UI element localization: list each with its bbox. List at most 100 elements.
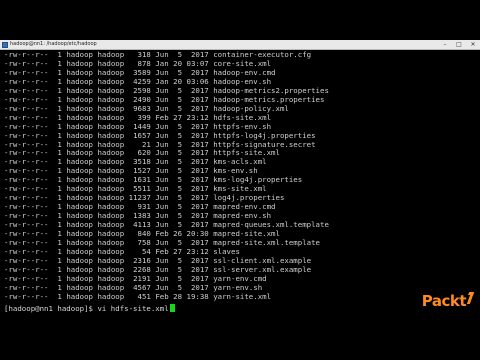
file-size: 4113: [128, 220, 151, 230]
link-count: 1: [52, 237, 62, 247]
file-day: 26: [173, 229, 183, 238]
file-name: mapred-site.xml: [213, 229, 280, 238]
file-name: mapred-env.sh: [213, 211, 272, 221]
file-name: hadoop-env.sh: [213, 76, 272, 86]
file-owner: hadoop: [66, 103, 94, 113]
file-group: hadoop: [97, 121, 125, 131]
file-size: 9683: [128, 103, 151, 113]
file-time: 2017: [186, 166, 209, 176]
link-count: 1: [52, 273, 62, 283]
link-count: 1: [52, 157, 62, 167]
file-time: 2017: [186, 67, 209, 77]
file-name: kms-acls.xml: [213, 157, 267, 167]
file-name: hadoop-policy.xml: [213, 103, 289, 113]
file-permissions: -rw-r--r--: [4, 67, 49, 77]
prompt-line[interactable]: [hadoop@nn1 hadoop]$ vi hdfs-site.xml: [4, 304, 175, 313]
file-time: 2017: [186, 211, 209, 221]
file-month: Jan: [155, 76, 169, 86]
file-name: container-executor.cfg: [213, 50, 312, 59]
file-name: httpfs-env.sh: [213, 121, 272, 131]
link-count: 1: [52, 255, 62, 265]
file-group: hadoop: [97, 157, 125, 167]
link-count: 1: [52, 175, 62, 185]
file-day: 20: [173, 58, 183, 68]
file-permissions: -rw-r--r--: [4, 193, 49, 203]
file-month: Jun: [155, 211, 169, 221]
file-permissions: -rw-r--r--: [4, 246, 49, 256]
file-time: 2017: [186, 193, 209, 203]
file-group: hadoop: [97, 291, 125, 301]
file-day: 5: [173, 103, 183, 113]
file-time: 03:06: [186, 76, 209, 86]
file-day: 5: [173, 282, 183, 292]
file-group: hadoop: [97, 193, 125, 203]
file-size: 4259: [128, 76, 151, 86]
file-size: 3518: [128, 157, 151, 167]
file-permissions: -rw-r--r--: [4, 139, 49, 149]
minimize-button[interactable]: –: [438, 40, 452, 49]
file-owner: hadoop: [66, 246, 94, 256]
file-day: 5: [173, 50, 183, 59]
link-count: 1: [52, 58, 62, 68]
terminal-output[interactable]: -rw-r--r-- 1 hadoop hadoop 318 Jun 5 201…: [0, 50, 480, 318]
file-permissions: -rw-r--r--: [4, 58, 49, 68]
close-button[interactable]: ✕: [466, 40, 480, 49]
file-month: Jun: [155, 175, 169, 185]
file-time: 2017: [186, 255, 209, 265]
file-time: 2017: [186, 237, 209, 247]
file-group: hadoop: [97, 282, 125, 292]
file-name: mapred-site.xml.template: [213, 237, 320, 247]
file-day: 5: [173, 175, 183, 185]
file-month: Jun: [155, 220, 169, 230]
file-time: 2017: [186, 282, 209, 292]
file-group: hadoop: [97, 264, 125, 274]
file-group: hadoop: [97, 50, 125, 59]
file-day: 5: [173, 237, 183, 247]
file-month: Jun: [155, 148, 169, 158]
file-month: Jun: [155, 255, 169, 265]
file-day: 5: [173, 202, 183, 212]
file-owner: hadoop: [66, 175, 94, 185]
file-size: 840: [128, 229, 151, 238]
file-owner: hadoop: [66, 202, 94, 212]
file-permissions: -rw-r--r--: [4, 130, 49, 140]
file-day: 20: [173, 76, 183, 86]
window-title: hadoop@nn1: /hadoop/etc/hadoop: [10, 41, 97, 47]
file-day: 5: [173, 211, 183, 221]
file-size: 318: [128, 50, 151, 59]
file-permissions: -rw-r--r--: [4, 94, 49, 104]
file-day: 5: [173, 67, 183, 77]
file-day: 5: [173, 85, 183, 95]
file-name: yarn-site.xml: [213, 291, 272, 301]
file-owner: hadoop: [66, 166, 94, 176]
file-month: Jun: [155, 130, 169, 140]
maximize-button[interactable]: □: [452, 40, 466, 49]
file-time: 2017: [186, 94, 209, 104]
file-permissions: -rw-r--r--: [4, 229, 49, 238]
file-group: hadoop: [97, 103, 125, 113]
file-name: yarn-env.sh: [213, 282, 263, 292]
file-day: 5: [173, 121, 183, 131]
file-time: 23:12: [186, 246, 209, 256]
file-time: 2017: [186, 157, 209, 167]
file-owner: hadoop: [66, 255, 94, 265]
file-group: hadoop: [97, 94, 125, 104]
file-permissions: -rw-r--r--: [4, 211, 49, 221]
link-count: 1: [52, 85, 62, 95]
file-permissions: -rw-r--r--: [4, 85, 49, 95]
file-owner: hadoop: [66, 94, 94, 104]
file-time: 2017: [186, 50, 209, 59]
file-group: hadoop: [97, 139, 125, 149]
file-owner: hadoop: [66, 85, 94, 95]
file-time: 20:30: [186, 229, 209, 238]
file-time: 2017: [186, 175, 209, 185]
file-time: 2017: [186, 202, 209, 212]
file-owner: hadoop: [66, 220, 94, 230]
file-month: Jun: [155, 157, 169, 167]
file-size: 2191: [128, 273, 151, 283]
link-count: 1: [52, 76, 62, 86]
file-day: 27: [173, 246, 183, 256]
file-size: 1449: [128, 121, 151, 131]
file-owner: hadoop: [66, 139, 94, 149]
file-group: hadoop: [97, 166, 125, 176]
